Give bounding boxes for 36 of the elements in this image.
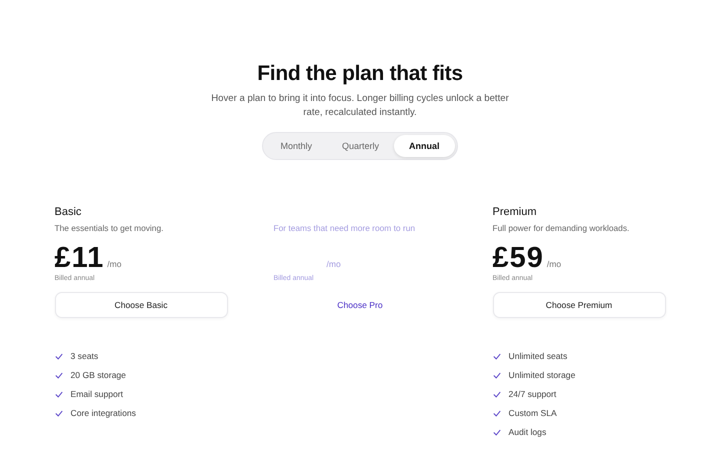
- check-icon: [492, 352, 500, 360]
- check-icon: [492, 390, 500, 398]
- feature-text: 3 seats: [70, 351, 98, 361]
- billing-tab[interactable]: Monthly: [265, 135, 327, 157]
- price-unit: /mo: [107, 259, 122, 269]
- check-icon: [54, 410, 62, 416]
- price-unit: /mo: [546, 259, 562, 269]
- check-icon: [54, 372, 62, 378]
- check-icon: [54, 352, 62, 360]
- check-icon: [492, 372, 500, 378]
- plan-name: Basic: [54, 206, 82, 220]
- feature-text: Unlimited storage: [508, 370, 576, 380]
- check-icon: [54, 390, 62, 398]
- choose-plan-button[interactable]: Choose Premium: [492, 292, 666, 318]
- check-icon: [492, 410, 500, 416]
- feature-text: Core integrations: [70, 408, 136, 418]
- feature-text: Unlimited seats: [508, 351, 568, 361]
- page-title: Find the plan that fits: [256, 62, 464, 86]
- feature-text: 20 GB storage: [70, 370, 126, 380]
- feature-text: Custom SLA: [508, 408, 557, 418]
- plan-description: For teams that need more room to run: [274, 223, 416, 233]
- plan-price: £11: [54, 243, 104, 273]
- feature-text: 24/7 support: [508, 389, 556, 399]
- check-icon: [492, 428, 500, 436]
- billing-tab[interactable]: Quarterly: [327, 135, 394, 157]
- plan-description: The essentials to get moving.: [54, 223, 164, 233]
- feature-text: Email support: [70, 389, 124, 399]
- choose-plan-button[interactable]: Choose Pro: [274, 292, 446, 318]
- plan-description: Full power for demanding workloads.: [492, 223, 630, 233]
- choose-plan-button[interactable]: Choose Basic: [54, 292, 228, 318]
- price-unit: /mo: [326, 259, 341, 269]
- plan-price: £59: [492, 243, 544, 273]
- plan-name: Premium: [492, 206, 538, 220]
- billing-tab[interactable]: Annual: [394, 135, 455, 157]
- page-subtitle: Hover a plan to bring it into focus. Longer billing cycles unlock a better rate, recalculated instantly.: [210, 92, 510, 120]
- feature-text: Audit logs: [508, 427, 546, 437]
